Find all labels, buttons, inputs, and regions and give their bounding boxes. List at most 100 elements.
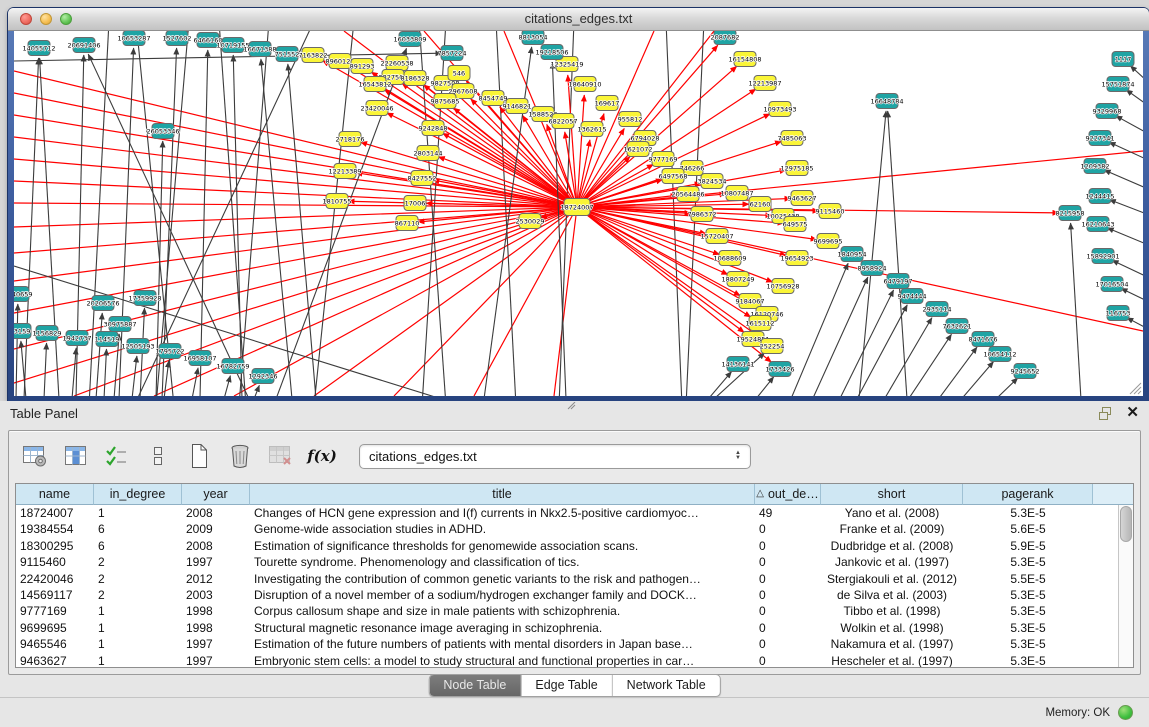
graph-node[interactable]: 12975185 [780, 161, 813, 176]
table-row[interactable]: 1872400712008Changes of HCN gene express… [16, 505, 1118, 521]
graph-node[interactable]: 1244415 [1086, 189, 1115, 204]
table-row[interactable]: 969969511998Structural magnetic resonanc… [16, 620, 1118, 636]
graph-node[interactable]: 9115460 [816, 204, 845, 219]
row-selection-button[interactable] [103, 442, 131, 470]
graph-node[interactable]: 252254 [760, 339, 785, 354]
table-row[interactable]: 1830029562008Estimation of significance … [16, 538, 1118, 554]
graph-node[interactable]: 2087682 [711, 31, 740, 45]
graph-node[interactable]: 10653287 [117, 31, 150, 46]
graph-node[interactable]: 169617 [595, 96, 620, 111]
graph-node[interactable]: 7163822 [299, 48, 328, 63]
graph-node[interactable]: 2718176 [336, 132, 365, 147]
graph-node[interactable]: 10807487 [720, 186, 753, 201]
graph-node[interactable]: 1942737 [63, 331, 92, 346]
graph-node[interactable]: 8958924 [858, 261, 887, 276]
graph-node[interactable]: 10688609 [713, 251, 746, 266]
table-row[interactable]: 946554611997Estimation of the future num… [16, 636, 1118, 652]
graph-node[interactable]: 6479197 [884, 274, 913, 289]
graph-node[interactable]: 14055712 [22, 41, 55, 56]
graph-node[interactable]: 9474444 [898, 289, 927, 304]
graph-node[interactable]: 33159 [14, 324, 31, 339]
table-settings-button[interactable] [21, 442, 49, 470]
graph-node[interactable]: 891293 [350, 59, 375, 74]
graph-node[interactable]: 9245652 [1011, 364, 1040, 379]
graph-hub-node[interactable]: 18724007 [560, 199, 593, 216]
table-scrollbar-thumb[interactable] [1120, 506, 1132, 542]
table-chooser-combobox[interactable]: citations_edges.txt ▲▼ [359, 444, 751, 469]
graph-node[interactable]: 1795722 [156, 344, 185, 359]
column-header-pagerank[interactable]: pagerank [963, 484, 1093, 505]
graph-node[interactable]: 9329968 [1093, 104, 1122, 119]
graph-node[interactable]: 9227341 [1086, 131, 1115, 146]
function-builder-button[interactable]: f(x) [308, 442, 336, 470]
graph-node[interactable]: 1527602 [163, 31, 192, 46]
graph-node[interactable]: 3824534 [698, 174, 727, 189]
graph-node[interactable]: 1810755 [323, 194, 352, 209]
graph-node[interactable]: 17006 [404, 196, 426, 211]
graph-node[interactable]: 1615112 [746, 316, 775, 331]
graph-node[interactable]: 9242848 [419, 121, 448, 136]
column-header-title[interactable]: title [250, 484, 755, 505]
table-row[interactable]: 1938455462009Genome-wide association stu… [16, 521, 1118, 537]
graph-node[interactable]: 16033809 [393, 32, 426, 47]
graph-node[interactable]: 1209382 [1081, 159, 1110, 174]
graph-node[interactable]: 20691406 [67, 38, 100, 53]
graph-node[interactable]: 8186328 [401, 71, 430, 86]
graph-node[interactable]: 2530029 [516, 214, 545, 229]
graph-node[interactable]: 20564486 [671, 187, 704, 202]
graph-node[interactable]: 7632621 [943, 319, 972, 334]
graph-node[interactable]: 16154808 [728, 52, 761, 67]
graph-node[interactable]: 8427552 [408, 171, 437, 186]
graph-node[interactable]: 6497568 [659, 169, 688, 184]
graph-node[interactable]: 546 [448, 66, 470, 81]
graph-node[interactable]: 1156829 [33, 326, 62, 341]
graph-node[interactable]: 9777169 [649, 152, 678, 167]
graph-node[interactable]: 10756928 [766, 279, 799, 294]
graph-node[interactable]: 7986372 [688, 207, 717, 222]
delete-column-button[interactable] [226, 442, 254, 470]
graph-node[interactable]: 16648784 [870, 94, 903, 109]
canvas-resize-grip[interactable] [1126, 379, 1142, 395]
graph-node[interactable]: 8813054 [519, 31, 548, 45]
graph-node[interactable]: 10654112 [983, 347, 1016, 362]
graph-node[interactable]: 1117 [1112, 52, 1134, 67]
graph-node[interactable]: 12213987 [748, 76, 781, 91]
graph-node[interactable]: 9875685 [431, 94, 460, 109]
column-header-name[interactable]: name [16, 484, 94, 505]
network-canvas[interactable]: 7163822896012889129322260538982750516543… [14, 31, 1143, 396]
tab-node-table[interactable]: Node Table [429, 675, 520, 696]
graph-node[interactable]: 1733426 [766, 362, 795, 377]
graph-node[interactable]: 8471676 [969, 332, 998, 347]
graph-node[interactable]: 649575 [783, 217, 808, 232]
graph-node[interactable]: 1840954 [838, 247, 867, 262]
graph-node[interactable]: 2803144 [414, 146, 443, 161]
graph-node[interactable]: 7857224 [438, 46, 467, 61]
graph-node[interactable]: 751552 [275, 47, 300, 62]
graph-node[interactable]: 1362615 [578, 122, 607, 137]
graph-node[interactable]: 116753 [1106, 306, 1131, 321]
column-header-out_de[interactable]: △out_de… [755, 484, 821, 505]
delete-table-button[interactable] [267, 442, 295, 470]
tab-network-table[interactable]: Network Table [612, 675, 720, 696]
table-row[interactable]: 977716911998Corpus callosum shape and si… [16, 603, 1118, 619]
column-header-short[interactable]: short [821, 484, 963, 505]
memory-status-indicator[interactable] [1118, 705, 1133, 720]
graph-node[interactable]: 2640659 [14, 287, 32, 302]
table-row[interactable]: 911546021997Tourette syndrome. Phenomeno… [16, 554, 1118, 570]
network-window[interactable]: citations_edges.txt 71638228960128891293… [8, 8, 1149, 401]
float-panel-button[interactable] [1099, 407, 1114, 420]
graph-node[interactable]: 867110 [395, 216, 420, 231]
table-scrollbar[interactable] [1118, 505, 1133, 667]
graph-node[interactable]: 16782759 [216, 359, 249, 374]
table-row[interactable]: 1456911722003Disruption of a novel membe… [16, 587, 1118, 603]
graph-node[interactable]: 1621072 [624, 142, 653, 157]
graph-node[interactable]: 8215958 [1056, 206, 1085, 221]
graph-node[interactable]: 2935114 [923, 302, 952, 317]
graph-node[interactable]: 14136141 [721, 357, 754, 372]
table-row[interactable]: 946362711997Embryonic stem cells: a mode… [16, 653, 1118, 668]
tab-edge-table[interactable]: Edge Table [520, 675, 611, 696]
graph-node[interactable]: 7485063 [778, 131, 807, 146]
graph-node[interactable]: 18640910 [568, 77, 601, 92]
table-row[interactable]: 2242004622012Investigating the contribut… [16, 571, 1118, 587]
graph-node[interactable]: 9699695 [814, 234, 843, 249]
